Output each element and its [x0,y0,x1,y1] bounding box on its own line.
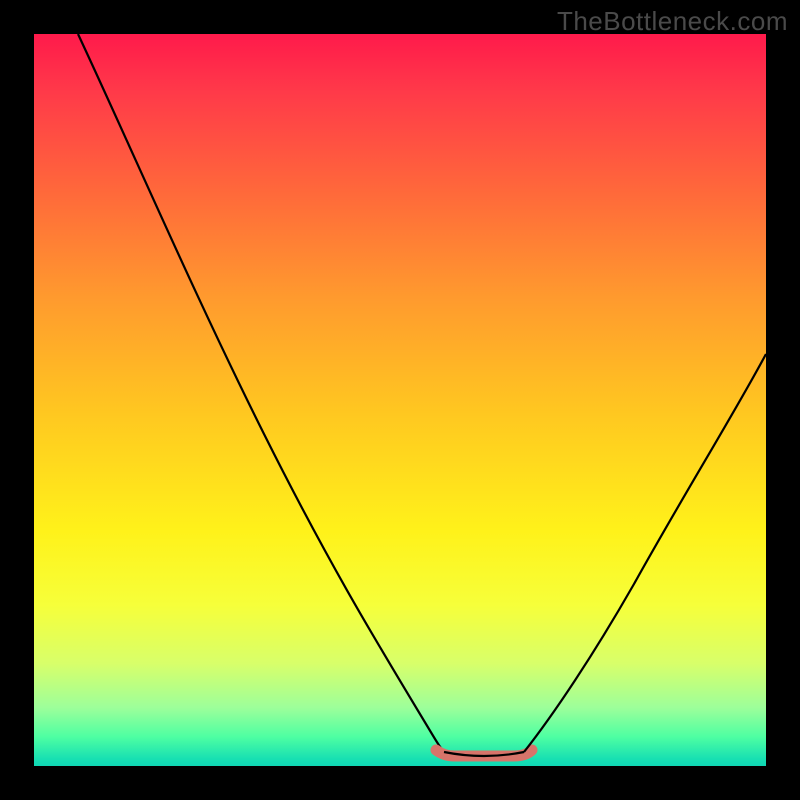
curve-left-branch [78,34,444,752]
watermark-text: TheBottleneck.com [557,6,788,37]
curve-right-branch [524,354,766,752]
plot-area [34,34,766,766]
chart-stage: TheBottleneck.com [0,0,800,800]
curve-layer [34,34,766,766]
